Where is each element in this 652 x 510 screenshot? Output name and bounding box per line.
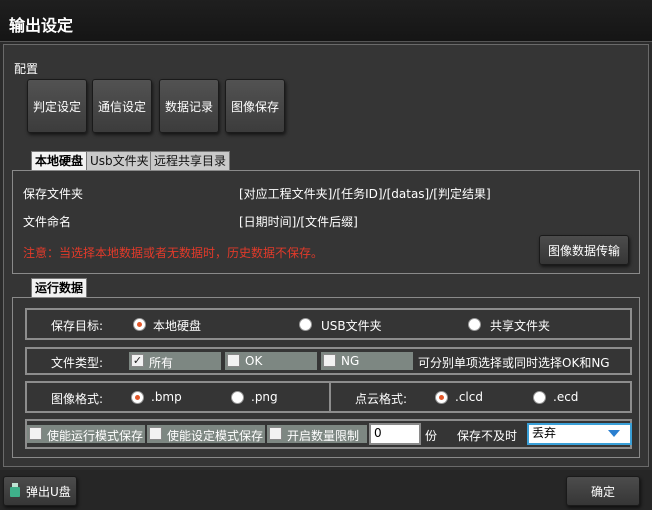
overflow-label: 保存不及时 xyxy=(457,429,518,443)
communication-settings-button[interactable]: 通信设定 xyxy=(92,79,152,133)
warning-text: 注意：当选择本地数据或者无数据时，历史数据不保存。 xyxy=(23,246,324,260)
target-local-label: 本地硬盘 xyxy=(153,319,202,333)
target-usb-label: USB文件夹 xyxy=(321,319,382,333)
image-transfer-button[interactable]: 图像数据传输 xyxy=(539,235,629,265)
file-type-ng-checkbox[interactable] xyxy=(323,354,336,367)
tab-usb-folder[interactable]: Usb文件夹 xyxy=(86,151,153,170)
tab-run-data[interactable]: 运行数据 xyxy=(31,278,88,297)
file-naming-label: 文件命名 xyxy=(23,215,72,229)
cloud-format-ecd-radio[interactable] xyxy=(533,391,546,404)
save-folder-label: 保存文件夹 xyxy=(23,187,84,201)
setting-mode-label: 使能设定模式保存 xyxy=(167,429,264,443)
count-limit-label: 开启数量限制 xyxy=(287,429,360,443)
settings-panel: 配置 判定设定 通信设定 数据记录 图像保存 本地硬盘 Usb文件夹 远程共享目… xyxy=(3,44,649,467)
image-format-bmp-radio[interactable] xyxy=(131,391,144,404)
count-limit-checkbox[interactable] xyxy=(269,427,282,440)
file-naming-value: [日期时间]/[文件后缀] xyxy=(239,215,358,229)
image-format-png-label: .png xyxy=(251,390,278,404)
setting-mode-checkbox[interactable] xyxy=(149,427,162,440)
target-share-radio[interactable] xyxy=(468,318,481,331)
tab-remote-share[interactable]: 远程共享目录 xyxy=(150,151,231,170)
file-type-ok-checkbox[interactable] xyxy=(227,354,240,367)
file-type-hint: 可分别单项选择或同时选择OK和NG xyxy=(418,356,610,370)
file-type-all-label: 所有 xyxy=(149,356,174,370)
target-share-label: 共享文件夹 xyxy=(490,319,551,333)
image-format-row: 图像格式: .bmp .png xyxy=(25,381,331,413)
cloud-format-row: 点云格式: .clcd .ecd xyxy=(329,381,632,413)
target-local-radio[interactable] xyxy=(133,318,146,331)
file-type-ok-label: OK xyxy=(245,354,263,368)
image-format-png-radio[interactable] xyxy=(231,391,244,404)
save-target-row: 保存目标: 本地硬盘 USB文件夹 共享文件夹 xyxy=(25,308,632,340)
file-type-ng-label: NG xyxy=(341,354,360,368)
overflow-select-value: 丢弃 xyxy=(532,426,557,440)
run-data-box: 保存目标: 本地硬盘 USB文件夹 共享文件夹 文件类型: ✓ 所有 OK NG… xyxy=(12,297,640,458)
window-title: 输出设定 xyxy=(9,16,74,35)
footer xyxy=(0,470,652,510)
count-unit-label: 份 xyxy=(425,429,438,443)
count-limit-input[interactable]: 0 xyxy=(369,423,421,445)
file-type-row: 文件类型: ✓ 所有 OK NG 可分别单项选择或同时选择OK和NG xyxy=(25,347,632,375)
save-options-row: 使能运行模式保存 使能设定模式保存 开启数量限制 0 份 保存不及时 丢弃 xyxy=(25,419,632,449)
file-type-label: 文件类型: xyxy=(51,356,104,370)
run-mode-checkbox[interactable] xyxy=(29,427,42,440)
image-format-bmp-label: .bmp xyxy=(151,390,182,404)
image-save-button[interactable]: 图像保存 xyxy=(225,79,285,133)
eject-usb-label: 弹出U盘 xyxy=(26,484,71,499)
judgement-settings-button[interactable]: 判定设定 xyxy=(27,79,87,133)
overflow-select[interactable]: 丢弃 xyxy=(527,423,632,445)
run-mode-label: 使能运行模式保存 xyxy=(47,429,144,443)
image-format-label: 图像格式: xyxy=(51,392,104,406)
file-type-all-checkbox[interactable]: ✓ xyxy=(131,354,144,367)
title-bar: 输出设定 xyxy=(0,0,652,42)
save-target-label: 保存目标: xyxy=(51,319,104,333)
save-folder-value: [对应工程文件夹]/[任务ID]/[datas]/[判定结果] xyxy=(239,187,491,201)
target-usb-radio[interactable] xyxy=(299,318,312,331)
cloud-format-clcd-radio[interactable] xyxy=(435,391,448,404)
config-label: 配置 xyxy=(14,62,39,76)
usb-drive-icon xyxy=(10,483,20,497)
cloud-format-clcd-label: .clcd xyxy=(455,390,483,404)
cloud-format-ecd-label: .ecd xyxy=(553,390,579,404)
chevron-down-icon xyxy=(608,430,620,437)
local-disk-box: 保存文件夹 [对应工程文件夹]/[任务ID]/[datas]/[判定结果] 文件… xyxy=(12,170,640,274)
data-record-button[interactable]: 数据记录 xyxy=(159,79,219,133)
cloud-format-label: 点云格式: xyxy=(355,392,408,406)
tab-local-disk[interactable]: 本地硬盘 xyxy=(31,151,88,170)
confirm-button[interactable]: 确定 xyxy=(566,476,640,506)
